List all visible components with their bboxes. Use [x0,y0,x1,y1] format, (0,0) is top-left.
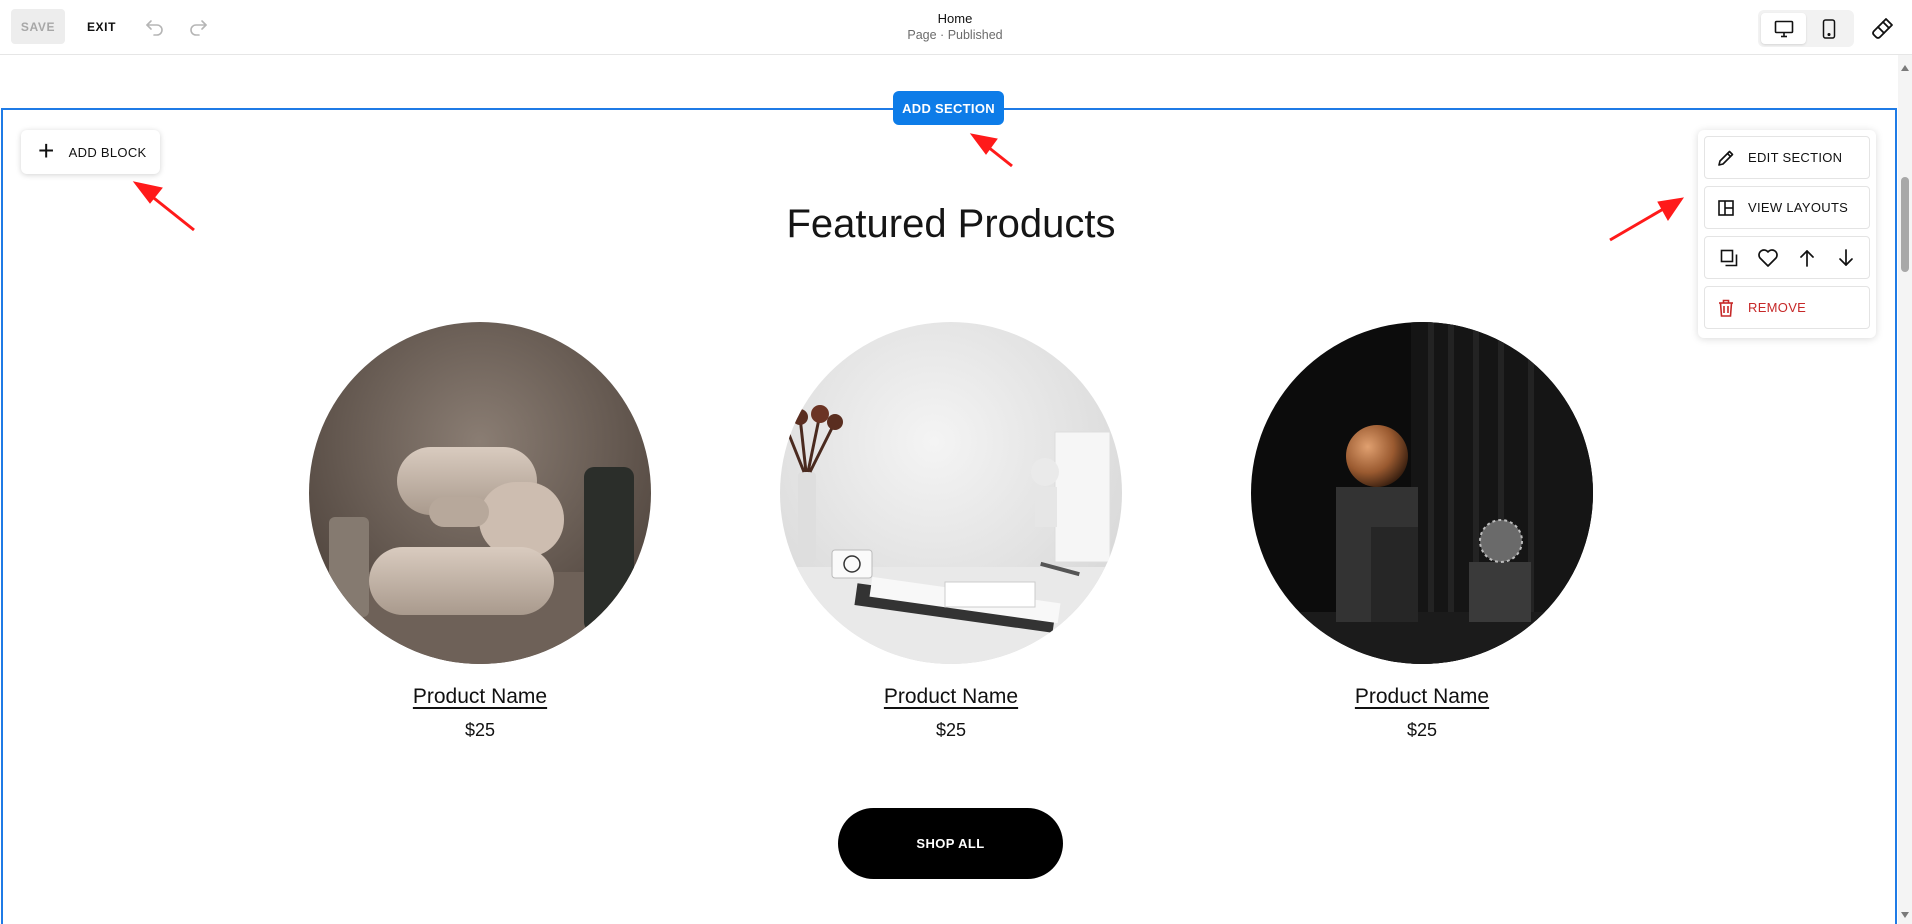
paintbrush-icon[interactable] [1870,15,1896,41]
page-status: Page · Published [907,28,1003,42]
product-name-link[interactable]: Product Name [884,685,1018,708]
product-price: $25 [464,720,496,740]
shop-all-button[interactable]: SHOP ALL [838,808,1063,879]
section-heading[interactable]: Featured Products [2,202,1900,247]
add-block-button[interactable]: + ADD BLOCK [21,130,160,174]
add-section-button[interactable]: ADD SECTION [893,91,1004,125]
arrow-down-icon[interactable] [1833,245,1859,271]
scroll-down-arrow[interactable] [1901,912,1909,918]
product-image[interactable] [1251,322,1593,664]
mobile-icon [1822,18,1835,39]
product-card[interactable]: Product Name $25 [309,322,651,741]
product-card[interactable]: Product Name $25 [1251,322,1593,741]
edit-section-button[interactable]: EDIT SECTION [1704,136,1870,179]
desktop-icon [1774,20,1793,37]
editor-toolbar: SAVE EXIT Home Page · Published [0,0,1912,55]
product-image[interactable] [309,322,651,664]
page-title: Home [937,11,973,26]
plus-icon: + [38,134,55,166]
view-layouts-button[interactable]: VIEW LAYOUTS [1704,186,1870,229]
remove-label: REMOVE [1748,300,1807,315]
section-menu: EDIT SECTION VIEW LAYOUTS REMOVE [1698,130,1876,338]
exit-button[interactable]: EXIT [75,9,128,44]
featured-products-section[interactable]: Featured Products Product Name $25 Produ… [1,108,1897,924]
edit-section-label: EDIT SECTION [1748,150,1843,165]
undo-icon[interactable] [143,15,167,39]
layout-icon [1716,198,1736,218]
arrow-up-icon[interactable] [1794,245,1820,271]
scroll-thumb[interactable] [1901,177,1909,272]
heart-icon[interactable] [1755,245,1781,271]
product-image[interactable] [780,322,1122,664]
product-price: $25 [935,720,967,740]
scroll-up-arrow[interactable] [1901,65,1909,71]
view-layouts-label: VIEW LAYOUTS [1748,200,1849,215]
add-block-label: ADD BLOCK [68,144,147,160]
product-name[interactable]: Product Name [1251,685,1593,709]
product-name-link[interactable]: Product Name [413,685,547,708]
trash-icon [1716,298,1736,318]
device-toggle [1758,10,1854,47]
redo-icon[interactable] [186,15,210,39]
remove-section-button[interactable]: REMOVE [1704,286,1870,329]
product-name-link[interactable]: Product Name [1355,685,1489,708]
page-info: Home Page · Published [855,10,1055,44]
desktop-view-button[interactable] [1761,13,1806,44]
product-price: $25 [1406,720,1438,740]
section-actions [1704,236,1870,279]
product-card[interactable]: Product Name $25 [780,322,1122,741]
product-name[interactable]: Product Name [309,685,651,709]
mobile-view-button[interactable] [1806,13,1851,44]
page-scrollbar[interactable] [1898,55,1912,924]
duplicate-icon[interactable] [1716,245,1742,271]
product-name[interactable]: Product Name [780,685,1122,709]
pencil-icon [1716,148,1736,168]
save-button[interactable]: SAVE [11,9,65,44]
